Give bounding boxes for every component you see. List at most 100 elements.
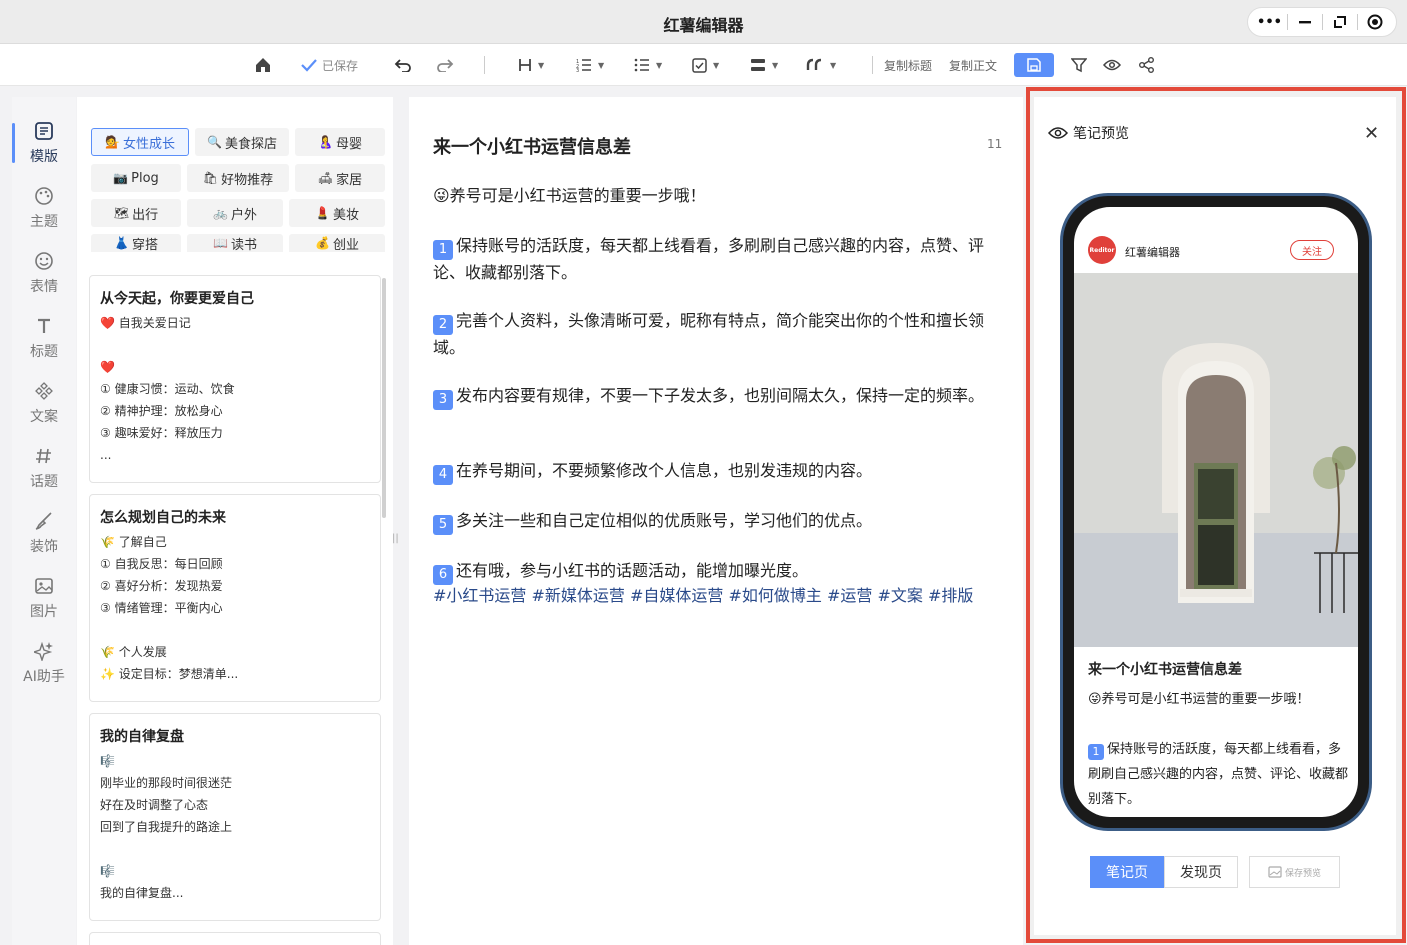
check-icon	[301, 59, 317, 72]
heading-icon	[519, 59, 531, 71]
saved-status: 已保存	[300, 44, 358, 86]
bullet-list-dropdown[interactable]: ▼	[634, 44, 662, 86]
category-chip[interactable]: 💄 美妆	[289, 199, 385, 227]
divider	[484, 56, 485, 74]
filter-icon[interactable]	[1071, 44, 1087, 86]
panel-resize-handle[interactable]: ||	[392, 533, 399, 547]
title-char-count: 11	[987, 137, 1003, 151]
number-badge: 1	[1088, 744, 1104, 760]
minimize-icon[interactable]	[1291, 11, 1319, 33]
image-icon	[1268, 866, 1282, 878]
title-bar: 红薯编辑器 •••	[0, 0, 1407, 44]
hashtag-icon	[36, 448, 51, 464]
category-chip[interactable]: 💰 创业	[289, 234, 385, 253]
point-item: 1 保持账号的活跃度，每天都上线看看，多刷刷自己感兴趣的内容，点赞、评论、收藏都别…	[433, 236, 985, 282]
copy-body-button[interactable]: 复制正文	[949, 44, 997, 86]
restore-icon[interactable]	[1326, 11, 1354, 33]
emoji-icon	[35, 252, 53, 270]
template-card[interactable]: 怎么规划自己的未来 🌾 了解自己 ① 自我反思：每日回顾 ② 喜好分析：发现热爱…	[89, 494, 381, 702]
brush-icon	[35, 512, 52, 530]
avatar: Reditor	[1088, 236, 1116, 264]
preview-point: 1 保持账号的活跃度，每天都上线看看，多刷刷自己感兴趣的内容，点赞、评论、收藏都别…	[1088, 742, 1349, 807]
nav-heading[interactable]: 标题	[12, 308, 76, 368]
point-item: 4 在养号期间，不要频繁修改个人信息，也别发违规的内容。	[433, 458, 1003, 485]
category-chip[interactable]: 💁 女性成长	[91, 128, 189, 156]
category-chip[interactable]: 👗 穿搭	[91, 234, 181, 253]
point-item: 6 还有哦，参与小红书的话题活动，能增加曝光度。	[433, 558, 1003, 585]
svg-text:3: 3	[576, 68, 579, 72]
cover-image	[1074, 273, 1358, 647]
copy-title-button[interactable]: 复制标题	[884, 44, 932, 86]
category-chip[interactable]: 🚲 户外	[187, 199, 283, 227]
number-badge: 6	[433, 565, 453, 585]
note-title[interactable]: 来一个小红书运营信息差	[433, 133, 631, 159]
copywriting-icon	[35, 382, 53, 400]
window-controls: •••	[1247, 7, 1397, 37]
save-button[interactable]	[1014, 53, 1054, 77]
undo-icon[interactable]	[394, 44, 412, 86]
preview-header: 笔记预览	[1048, 123, 1129, 143]
note-editor[interactable]: 来一个小红书运营信息差 11 😜养号可是小红书运营的重要一步哦！ 1 保持账号的活…	[409, 97, 1023, 945]
category-chip[interactable]: 📖 读书	[187, 234, 283, 253]
save-preview-button[interactable]: 保存预览	[1249, 856, 1340, 888]
nav-copywriting[interactable]: 文案	[12, 373, 76, 433]
template-card[interactable]: 我的自律复盘 🎼 刚毕业的那段时间很迷茫 好在及时调整了心态 回到了自我提升的路…	[89, 713, 381, 921]
more-icon[interactable]: •••	[1256, 11, 1284, 33]
template-card[interactable]: 从今天起，你要更爱自己 ❤️ 自我关爱日记 ❤️ ① 健康习惯：运动、饮食 ② …	[89, 275, 381, 483]
eye-icon[interactable]	[1103, 44, 1121, 86]
quote-icon	[806, 58, 822, 70]
close-icon[interactable]: ✕	[1364, 123, 1379, 144]
share-icon[interactable]	[1139, 44, 1155, 86]
category-chip[interactable]: 🛋 家居	[295, 164, 385, 192]
category-chip[interactable]: 🛍 好物推荐	[187, 164, 289, 192]
hashtag-line: #小红书运营 #新媒体运营 #自媒体运营 #如何做博主 #运营 #文案 #排版	[433, 586, 974, 605]
number-badge: 5	[433, 515, 453, 535]
template-scrollbar[interactable]	[382, 278, 386, 518]
preview-intro: 😜养号可是小红书运营的重要一步哦！	[1088, 692, 1310, 707]
category-chip[interactable]: 🗺 出行	[91, 199, 181, 227]
nav-decoration[interactable]: 装饰	[12, 503, 76, 563]
phone-screen: Reditor 红薯编辑器 关注 来一个小红书运营信息差 😜养号可是小红书运营的…	[1074, 207, 1358, 817]
template-panel: 💁 女性成长 🔍 美食探店 🤱 母婴 📷 Plog 🛍 好物推荐 🛋 家居 🗺 出行 🚲 户外 …	[77, 97, 393, 945]
category-chip[interactable]: 🤱 母婴	[295, 128, 385, 156]
nav-ai-assistant[interactable]: AI助手	[12, 633, 76, 693]
separator-icon	[751, 59, 765, 71]
follow-button[interactable]: 关注	[1290, 240, 1334, 260]
nav-template[interactable]: 模版	[12, 113, 76, 173]
template-card[interactable]	[89, 932, 381, 945]
tab-discover-page[interactable]: 发现页	[1164, 856, 1238, 888]
heading-dropdown[interactable]: ▼	[518, 44, 544, 86]
category-chip[interactable]: 🔍 美食探店	[195, 128, 289, 156]
nav-hashtag[interactable]: 话题	[12, 438, 76, 498]
checklist-dropdown[interactable]: ▼	[692, 44, 719, 86]
divider	[1321, 14, 1323, 30]
divider-dropdown[interactable]: ▼	[750, 44, 778, 86]
preview-tab-group: 笔记页 发现页	[1090, 856, 1238, 888]
number-badge: 1	[433, 240, 453, 260]
nav-image[interactable]: 图片	[12, 568, 76, 628]
category-chip[interactable]: 📷 Plog	[91, 164, 181, 192]
palette-icon	[35, 187, 53, 205]
author-name: 红薯编辑器	[1125, 246, 1180, 259]
divider	[1356, 14, 1358, 30]
number-badge: 2	[433, 315, 453, 335]
nav-emoji[interactable]: 表情	[12, 243, 76, 303]
divider	[1286, 14, 1288, 30]
sparkle-icon	[34, 641, 53, 661]
quote-dropdown[interactable]: ▼	[806, 44, 836, 86]
home-icon[interactable]	[254, 44, 272, 86]
close-window-icon[interactable]	[1361, 11, 1389, 33]
number-badge: 4	[433, 465, 453, 485]
bullet-list-icon	[634, 58, 649, 72]
point-item: 5 多关注一些和自己定位相似的优质账号，学习他们的优点。	[433, 508, 1003, 535]
redo-icon[interactable]	[436, 44, 454, 86]
checkbox-icon	[692, 57, 707, 73]
ordered-list-dropdown[interactable]: 1 2 3 ▼	[576, 44, 604, 86]
nav-theme[interactable]: 主题	[12, 178, 76, 238]
save-icon	[1027, 58, 1041, 72]
number-badge: 3	[433, 390, 453, 410]
tab-note-page[interactable]: 笔记页	[1090, 856, 1164, 888]
point-item: 2 完善个人资料，头像清晰可爱，昵称有特点，简介能突出你的个性和擅长领域。	[433, 311, 985, 357]
heading-icon	[38, 318, 50, 333]
preview-note-title: 来一个小红书运营信息差	[1088, 662, 1242, 678]
